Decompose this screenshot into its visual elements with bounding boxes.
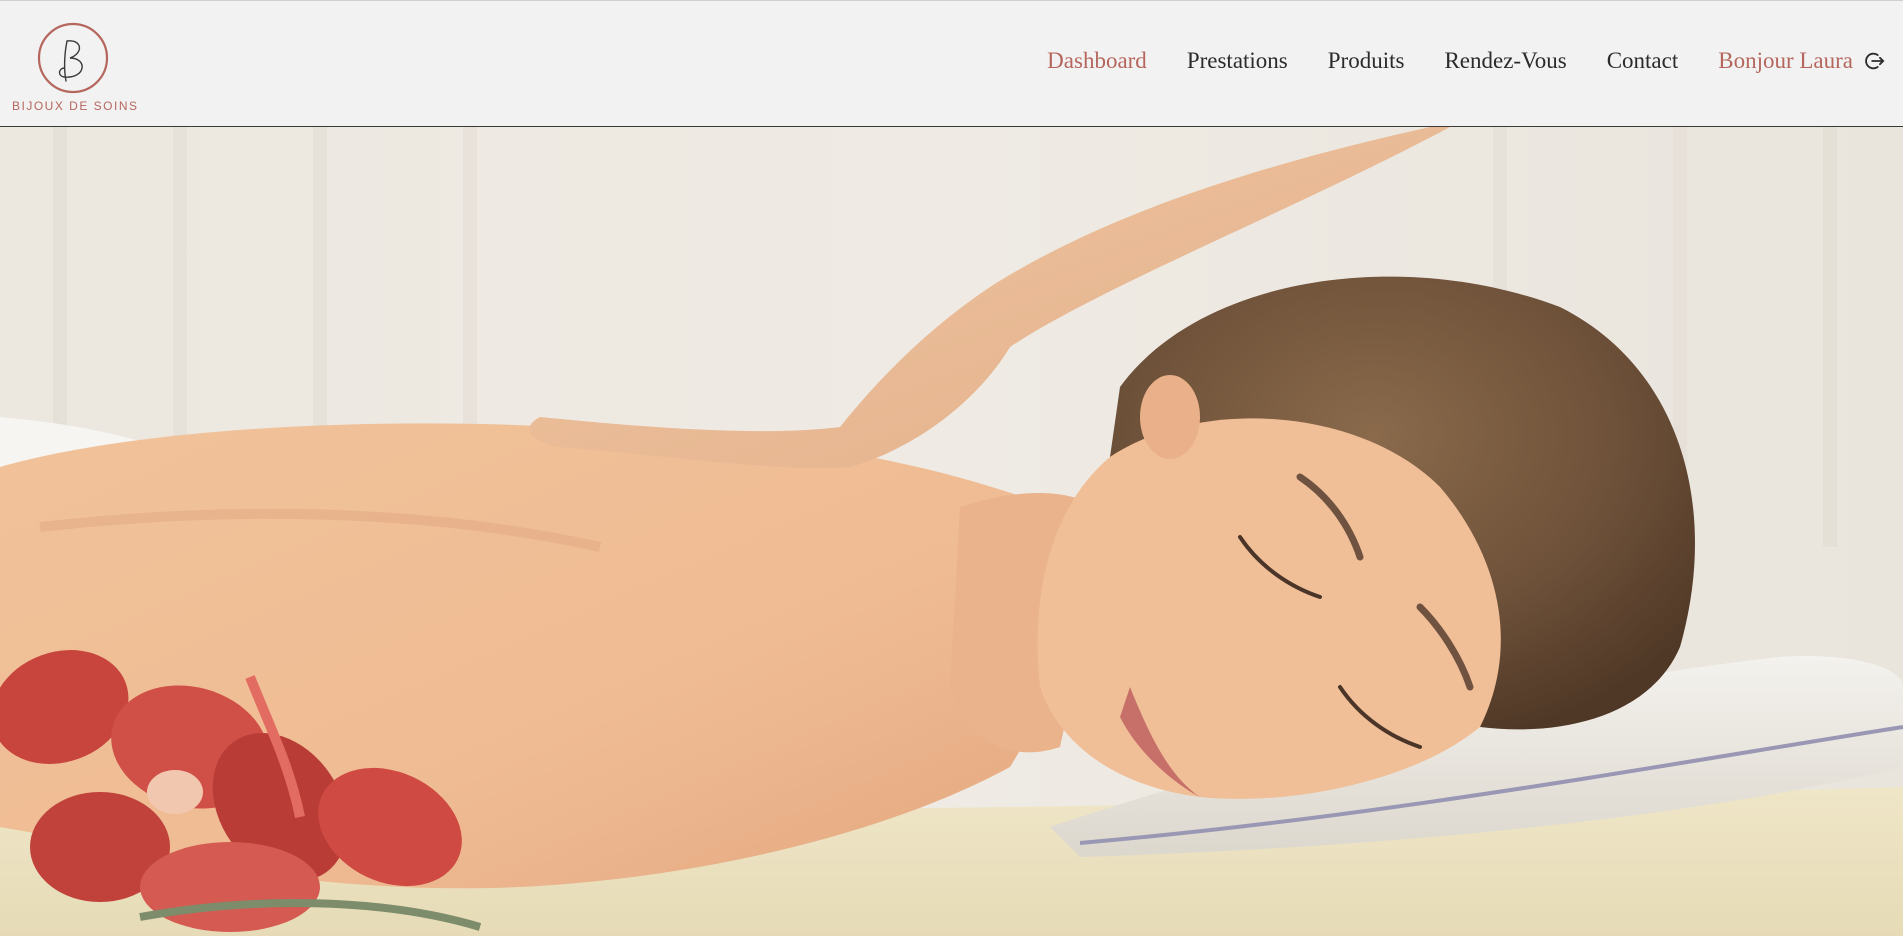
top-navbar: BIJOUX DE SOINS Dashboard Prestations Pr… bbox=[0, 0, 1903, 127]
hero-banner bbox=[0, 127, 1903, 936]
nav-produits[interactable]: Produits bbox=[1328, 48, 1405, 74]
nav-rendez-vous[interactable]: Rendez-Vous bbox=[1444, 48, 1566, 74]
main-nav: Dashboard Prestations Produits Rendez-Vo… bbox=[1007, 48, 1887, 74]
user-greeting[interactable]: Bonjour Laura bbox=[1718, 48, 1853, 74]
logout-icon[interactable] bbox=[1861, 48, 1887, 74]
nav-prestations[interactable]: Prestations bbox=[1187, 48, 1288, 74]
logo-mark bbox=[37, 22, 109, 94]
nav-dashboard[interactable]: Dashboard bbox=[1047, 48, 1147, 74]
brand-name: BIJOUX DE SOINS bbox=[12, 99, 139, 113]
brand-logo[interactable]: BIJOUX DE SOINS bbox=[10, 21, 140, 116]
nav-contact[interactable]: Contact bbox=[1607, 48, 1679, 74]
hero-image bbox=[0, 127, 1903, 936]
